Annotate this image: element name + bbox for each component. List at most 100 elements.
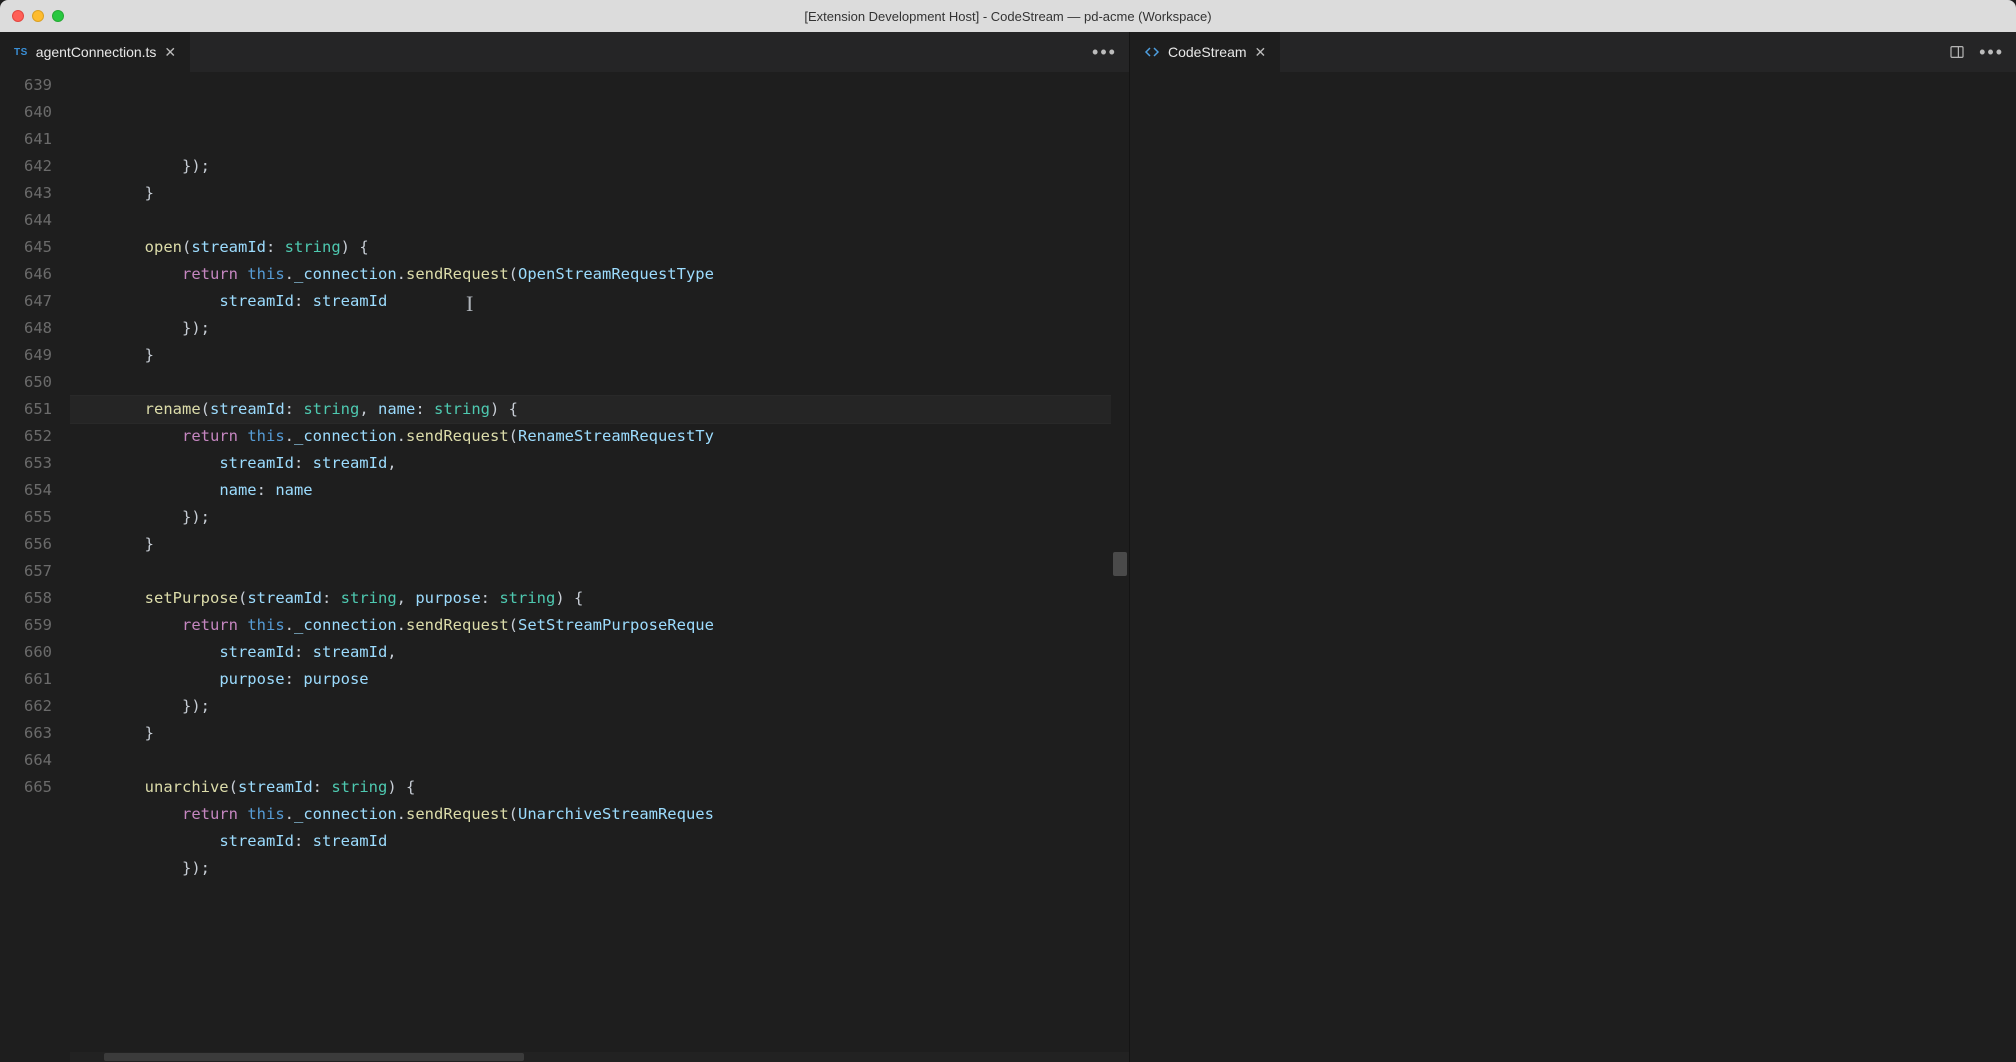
token: return xyxy=(182,427,238,445)
token: ) { xyxy=(341,238,369,256)
token: : xyxy=(294,832,313,850)
code-line[interactable]: rename(streamId: string, name: string) { xyxy=(70,396,1129,423)
split-editor-icon[interactable] xyxy=(1949,44,1965,60)
more-icon[interactable]: ••• xyxy=(1092,43,1117,61)
code-line[interactable]: }); xyxy=(70,315,1129,342)
token: : xyxy=(481,589,500,607)
code-line[interactable]: }); xyxy=(70,153,1129,180)
code-line[interactable]: name: name xyxy=(70,477,1129,504)
token: this xyxy=(247,805,284,823)
token: : xyxy=(415,400,434,418)
line-number: 641 xyxy=(0,126,52,153)
code-line[interactable]: } xyxy=(70,180,1129,207)
scrollbar-thumb[interactable] xyxy=(1113,552,1127,576)
code-line[interactable]: } xyxy=(70,342,1129,369)
line-number: 645 xyxy=(0,234,52,261)
zoom-window-button[interactable] xyxy=(52,10,64,22)
line-number: 654 xyxy=(0,477,52,504)
line-number: 648 xyxy=(0,315,52,342)
token: streamId xyxy=(219,454,294,472)
token: streamId xyxy=(313,643,388,661)
editor-group: TS agentConnection.ts ✕ ••• 639640641642… xyxy=(0,32,1129,1062)
token: . xyxy=(285,265,294,283)
token: _connection xyxy=(294,427,397,445)
code-line[interactable]: return this._connection.sendRequest(Unar… xyxy=(70,801,1129,828)
code-line[interactable]: } xyxy=(70,531,1129,558)
code-line[interactable]: purpose: purpose xyxy=(70,666,1129,693)
panel-tab-actions: ••• xyxy=(1949,32,2016,72)
token: : xyxy=(285,400,304,418)
vertical-scrollbar[interactable] xyxy=(1111,72,1129,1062)
token: ( xyxy=(182,238,191,256)
titlebar[interactable]: [Extension Development Host] - CodeStrea… xyxy=(0,0,2016,32)
code-line[interactable]: return this._connection.sendRequest(Open… xyxy=(70,261,1129,288)
code-line[interactable]: }); xyxy=(70,855,1129,882)
code-line[interactable]: return this._connection.sendRequest(Rena… xyxy=(70,423,1129,450)
code-line[interactable] xyxy=(70,747,1129,774)
token: : xyxy=(257,481,276,499)
token: : xyxy=(285,670,304,688)
token: ( xyxy=(201,400,210,418)
token: setPurpose xyxy=(145,589,238,607)
code-line[interactable]: unarchive(streamId: string) { xyxy=(70,774,1129,801)
line-number: 647 xyxy=(0,288,52,315)
token: . xyxy=(397,427,406,445)
horizontal-scrollbar[interactable] xyxy=(70,1052,1129,1062)
editor-tab[interactable]: TS agentConnection.ts ✕ xyxy=(0,32,191,72)
token xyxy=(70,238,145,256)
codestream-body[interactable] xyxy=(1130,72,2016,1062)
code-line[interactable]: setPurpose(streamId: string, purpose: st… xyxy=(70,585,1129,612)
minimize-window-button[interactable] xyxy=(32,10,44,22)
token: } xyxy=(70,184,154,202)
token: purpose xyxy=(303,670,368,688)
code-line[interactable]: streamId: streamId, xyxy=(70,639,1129,666)
code-line[interactable]: }); xyxy=(70,693,1129,720)
codestream-tab[interactable]: CodeStream ✕ xyxy=(1130,32,1281,72)
token: return xyxy=(182,805,238,823)
line-number: 651 xyxy=(0,396,52,423)
token: sendRequest xyxy=(406,427,509,445)
codestream-icon xyxy=(1144,44,1160,60)
token: }); xyxy=(70,508,210,526)
token xyxy=(70,589,145,607)
token: } xyxy=(70,535,154,553)
code-line[interactable] xyxy=(70,207,1129,234)
close-window-button[interactable] xyxy=(12,10,24,22)
token: sendRequest xyxy=(406,265,509,283)
token: ) { xyxy=(490,400,518,418)
token: }); xyxy=(70,859,210,877)
editor-tabrow: TS agentConnection.ts ✕ ••• xyxy=(0,32,1129,72)
code-line[interactable] xyxy=(70,369,1129,396)
token: : xyxy=(313,778,332,796)
token: ) { xyxy=(387,778,415,796)
code-line[interactable]: streamId: streamId xyxy=(70,288,1129,315)
line-number: 656 xyxy=(0,531,52,558)
code-line[interactable]: return this._connection.sendRequest(SetS… xyxy=(70,612,1129,639)
scrollbar-thumb[interactable] xyxy=(104,1053,524,1061)
token: RenameStreamRequestTy xyxy=(518,427,714,445)
code-line[interactable]: } xyxy=(70,720,1129,747)
token: : xyxy=(294,292,313,310)
close-icon[interactable]: ✕ xyxy=(1255,45,1267,59)
code-line[interactable]: streamId: streamId, xyxy=(70,450,1129,477)
token: purpose xyxy=(415,589,480,607)
token: name xyxy=(219,481,256,499)
code-line[interactable]: }); xyxy=(70,504,1129,531)
editor-body[interactable]: 6396406416426436446456466476486496506516… xyxy=(0,72,1129,1062)
token: _connection xyxy=(294,805,397,823)
token: purpose xyxy=(219,670,284,688)
token xyxy=(70,832,219,850)
line-number: 655 xyxy=(0,504,52,531)
code-line[interactable]: streamId: streamId xyxy=(70,828,1129,855)
token xyxy=(238,805,247,823)
close-icon[interactable]: ✕ xyxy=(164,45,176,59)
code-line[interactable] xyxy=(70,558,1129,585)
token: OpenStreamRequestType xyxy=(518,265,714,283)
token: _connection xyxy=(294,265,397,283)
more-icon[interactable]: ••• xyxy=(1979,43,2004,61)
token: ) { xyxy=(555,589,583,607)
code-line[interactable]: open(streamId: string) { xyxy=(70,234,1129,261)
code-area[interactable]: }); } open(streamId: string) { return th… xyxy=(70,72,1129,1062)
token xyxy=(238,427,247,445)
token xyxy=(70,427,182,445)
